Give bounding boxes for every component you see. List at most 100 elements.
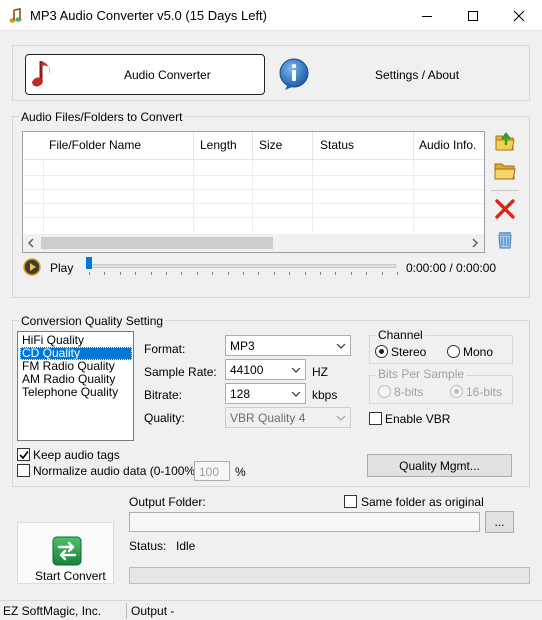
normalize-label[interactable]: Normalize audio data (0-100%): [33,464,202,478]
add-file-icon [495,132,515,151]
tab-audio-converter-label: Audio Converter [124,68,211,82]
output-folder-field[interactable] [129,512,480,532]
company-name: EZ SoftMagic, Inc. [3,604,102,618]
maximize-button[interactable] [450,0,496,31]
column-file-folder-name[interactable]: File/Folder Name [49,138,141,152]
maximize-icon [468,10,478,21]
scroll-right-icon[interactable] [471,238,479,248]
seek-tick [258,272,260,275]
output-status: Output - [131,604,175,618]
seek-tick [335,272,337,275]
tab-settings-about[interactable]: Settings / About [375,68,459,82]
minimize-icon [422,15,432,17]
seek-track[interactable] [88,264,396,268]
normalize-value: 100 [199,465,220,479]
seek-tick [181,272,183,275]
format-value: MP3 [230,339,255,353]
seek-tick [289,272,291,275]
bitrate-value: 128 [230,387,251,401]
bits-8-label: 8-bits [394,385,424,399]
play-icon[interactable] [23,258,41,276]
window-title: MP3 Audio Converter v5.0 (15 Days Left) [30,8,268,23]
convert-arrows-icon [52,536,82,566]
add-files-button[interactable] [493,129,517,153]
preset-telephone-quality[interactable]: Telephone Quality [20,386,132,399]
enable-vbr-checkbox[interactable] [369,412,382,425]
bitrate-label: Bitrate: [144,388,183,402]
same-folder-label[interactable]: Same folder as original [361,495,484,509]
scrollbar-thumb[interactable] [41,237,273,249]
quality-mgmt-button[interactable]: Quality Mgmt... [367,454,512,477]
minimize-button[interactable] [404,0,450,31]
chevron-down-icon [336,343,346,349]
normalize-checkbox[interactable] [17,464,30,477]
seek-tick [243,272,244,275]
seek-tick [196,272,198,275]
title-bar: MP3 Audio Converter v5.0 (15 Days Left) [0,0,542,31]
chevron-down-icon [291,367,301,373]
output-folder-label: Output Folder: [129,495,206,509]
start-convert-button[interactable]: Start Convert [17,522,114,584]
seek-tick [89,272,90,275]
close-button[interactable] [496,0,542,31]
sample-rate-select[interactable]: 44100 [225,359,306,380]
status-value: Idle [176,539,196,553]
remove-button[interactable] [493,197,517,221]
keep-audio-tags-label[interactable]: Keep audio tags [33,448,120,462]
grid-line [252,160,253,232]
grid-line [413,160,414,232]
column-audio-info[interactable]: Audio Info. [419,138,476,152]
seek-thumb[interactable] [86,257,92,269]
column-size[interactable]: Size [259,138,282,152]
bitrate-select[interactable]: 128 [225,383,306,404]
column-length[interactable]: Length [200,138,237,152]
quality-preset-list[interactable]: HiFi Quality CD Quality FM Radio Quality… [17,331,134,441]
grid-line [23,175,484,176]
mono-label[interactable]: Mono [463,345,493,359]
add-folder-button[interactable] [493,159,517,183]
same-folder-checkbox[interactable] [344,495,357,508]
stereo-radio[interactable] [375,345,388,358]
column-status[interactable]: Status [320,138,354,152]
status-separator [126,603,127,619]
seek-tick [119,272,121,275]
browse-button[interactable]: ... [485,511,514,533]
radio-dot [454,389,459,394]
radio-dot [379,349,384,354]
quality-value: VBR Quality 4 [230,411,306,425]
normalize-unit: % [235,465,246,479]
channel-group-label: Channel [376,328,425,342]
mono-radio[interactable] [447,345,460,358]
horizontal-scrollbar[interactable] [23,234,484,252]
music-note-icon [32,61,51,87]
recycle-bin-icon [498,232,512,249]
status-label: Status: [129,539,167,553]
start-convert-label: Start Convert [35,569,106,583]
seek-tick [350,272,352,275]
enable-vbr-label[interactable]: Enable VBR [385,412,450,426]
info-icon[interactable] [278,57,312,91]
scroll-left-icon[interactable] [27,238,35,248]
conversion-progress-bar [129,567,530,584]
checkmark-icon [19,451,29,460]
normalize-value-field: 100 [194,461,230,481]
quality-label: Quality: [144,411,185,425]
seek-tick [304,272,306,275]
column-separator [193,132,194,160]
column-separator [252,132,253,160]
quality-select: VBR Quality 4 [225,407,351,428]
file-list-header: File/Folder Name Length Size Status Audi… [23,132,484,160]
seek-tick [273,272,275,275]
file-list[interactable]: File/Folder Name Length Size Status Audi… [22,131,485,253]
seek-tick [366,272,368,275]
sample-rate-label: Sample Rate: [144,365,217,379]
column-separator [413,132,414,160]
play-label[interactable]: Play [50,261,73,275]
stereo-label[interactable]: Stereo [391,345,426,359]
keep-audio-tags-checkbox[interactable] [17,448,30,461]
chevron-down-icon [336,415,346,421]
bits-per-sample-group-label: Bits Per Sample [376,367,467,381]
clear-list-button[interactable] [493,227,517,251]
time-display: 0:00:00 / 0:00:00 [406,261,497,275]
format-select[interactable]: MP3 [225,335,351,356]
